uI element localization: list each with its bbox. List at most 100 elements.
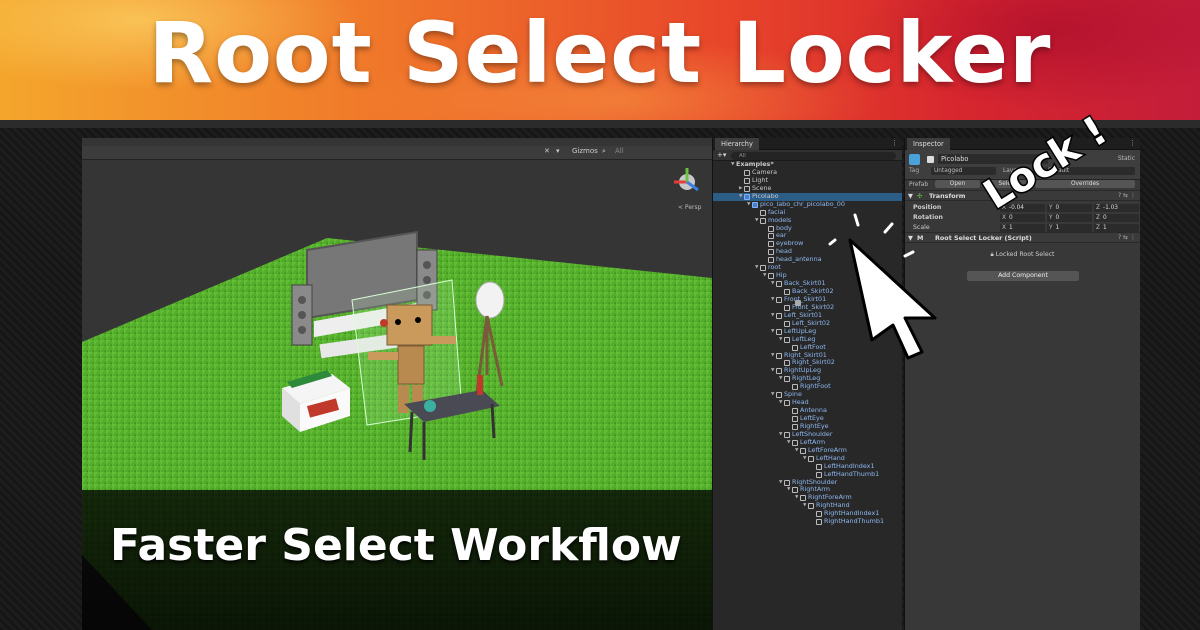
- hierarchy-row[interactable]: RightFoot: [713, 382, 902, 391]
- hierarchy-row-label: Examples*: [736, 160, 774, 168]
- gameobject-icon: [744, 185, 750, 192]
- tab-inspector[interactable]: Inspector: [907, 138, 950, 150]
- prefab-icon: [752, 201, 758, 208]
- gameobject-icon: [744, 177, 750, 184]
- hierarchy-row[interactable]: ▼ RightForeArm: [713, 493, 902, 502]
- hierarchy-search-input[interactable]: All: [731, 152, 896, 160]
- gizmos-label[interactable]: Gizmos: [572, 147, 598, 155]
- foldout-arrow-icon[interactable]: ▼: [908, 234, 913, 242]
- hierarchy-row-label: Left_Skirt02: [792, 318, 831, 327]
- scale-y-field[interactable]: Y1: [1047, 224, 1092, 232]
- gameobject-icon: [760, 265, 766, 272]
- hierarchy-row[interactable]: facial: [713, 208, 902, 217]
- hierarchy-row[interactable]: head_antenna: [713, 255, 902, 264]
- hierarchy-row-label: head_antenna: [776, 255, 822, 264]
- gameobject-icon: [776, 368, 782, 375]
- hierarchy-row-label: RightHandThumb1: [824, 517, 885, 526]
- gameobject-icon: [776, 352, 782, 359]
- add-component-button[interactable]: Add Component: [967, 271, 1079, 281]
- component-menu-icon[interactable]: ? ⇆ ⋮: [1118, 234, 1136, 241]
- hierarchy-row-label: Light: [752, 175, 768, 184]
- hierarchy-row-label: Front_Skirt01: [784, 294, 827, 303]
- hierarchy-row-label: Right_Skirt02: [792, 358, 835, 367]
- hierarchy-row-label: Left_Skirt01: [784, 310, 823, 319]
- hierarchy-row[interactable]: ▼ LeftForeArm: [713, 446, 902, 455]
- script-section-header[interactable]: ▼ M Root Select Locker (Script) ? ⇆ ⋮: [905, 232, 1140, 243]
- hierarchy-row[interactable]: Light: [713, 175, 902, 185]
- hierarchy-row-label: LeftUpLeg: [784, 326, 817, 335]
- rotation-z-field[interactable]: Z0: [1094, 214, 1139, 222]
- gameobject-icon: [776, 296, 782, 303]
- scene-toolbar: ✕ ▾ Gizmos ⌕ All: [82, 146, 712, 160]
- gameobject-icon: [808, 455, 814, 462]
- rotation-x-field[interactable]: X0: [1000, 214, 1045, 222]
- scene-search-input[interactable]: All: [615, 147, 624, 155]
- gizmos-dropdown-icon[interactable]: ▾: [556, 147, 560, 155]
- hierarchy-row[interactable]: body: [713, 224, 902, 233]
- hierarchy-row[interactable]: ▶ Scene: [713, 183, 902, 193]
- static-toggle[interactable]: Static: [1118, 155, 1135, 162]
- tag-dropdown[interactable]: Untagged: [931, 167, 996, 175]
- hierarchy-row-label: Scene: [752, 183, 772, 192]
- hierarchy-row-label: RightUpLeg: [784, 366, 821, 375]
- transform-section-header[interactable]: ▼ ✣ Transform ? ⇆ ⋮: [905, 190, 1140, 201]
- hierarchy-row[interactable]: ▼ root: [713, 263, 902, 272]
- hierarchy-row-label: LeftLeg: [792, 334, 816, 343]
- hierarchy-row[interactable]: RightHandThumb1: [713, 517, 902, 526]
- hierarchy-row-label: Right_Skirt01: [784, 350, 827, 359]
- gameobject-icon: [784, 376, 790, 383]
- foldout-arrow-icon[interactable]: ▼: [908, 192, 913, 200]
- hierarchy-row-label: RightHandIndex1: [824, 509, 880, 518]
- component-menu-icon[interactable]: ? ⇆ ⋮: [1118, 192, 1136, 199]
- hierarchy-tree: ▼ Examples* Camera Light ▶ Scene ▼ Picolabo ▼ pic…: [713, 160, 902, 526]
- scale-z-field[interactable]: Z1: [1094, 224, 1139, 232]
- gameobject-icon: [816, 511, 822, 518]
- active-checkbox[interactable]: [927, 156, 934, 163]
- prefab-overrides-dropdown[interactable]: Overrides: [1035, 180, 1135, 188]
- position-z-field[interactable]: Z -1.03: [1094, 204, 1139, 212]
- rotation-label: Rotation: [913, 214, 943, 221]
- persp-label[interactable]: < Persp: [678, 204, 701, 211]
- tag-label: Tag: [909, 167, 920, 174]
- hierarchy-row-label: Back_Skirt02: [792, 287, 834, 295]
- hierarchy-row-label: ear: [776, 231, 787, 240]
- hierarchy-row[interactable]: ▼ models: [713, 215, 902, 225]
- gameobject-icon: [768, 273, 774, 280]
- gameobject-icon: [768, 241, 774, 248]
- hierarchy-row[interactable]: ear: [713, 231, 902, 240]
- hierarchy-row-label: RightFoot: [800, 382, 831, 391]
- hierarchy-row[interactable]: ▼ pico_labo_chr_picolabo_00: [713, 200, 902, 209]
- position-y-field[interactable]: Y0: [1047, 204, 1092, 212]
- hierarchy-row[interactable]: Camera: [713, 168, 902, 177]
- tab-hierarchy[interactable]: Hierarchy: [715, 138, 759, 150]
- hierarchy-row[interactable]: ▼ Examples*: [713, 160, 902, 306]
- gameobject-icon: [792, 416, 798, 422]
- hierarchy-row-label: RightEye: [800, 421, 829, 430]
- prefab-open-button[interactable]: Open: [935, 180, 980, 188]
- gameobject-icon: [776, 312, 782, 319]
- tools-icon[interactable]: ✕: [544, 147, 550, 155]
- locked-root-select-label: 🔒︎ Locked Root Select: [990, 251, 1055, 258]
- panel-menu-icon[interactable]: ⋮: [891, 139, 898, 147]
- panel-menu-icon[interactable]: ⋮: [1129, 139, 1136, 147]
- add-icon[interactable]: +▾: [717, 151, 726, 159]
- hierarchy-row-label: models: [768, 215, 792, 224]
- position-x-field[interactable]: X -0.04: [1000, 204, 1045, 212]
- hierarchy-row-label: Antenna: [800, 406, 827, 415]
- hierarchy-panel: Hierarchy ⋮ +▾ All ▼ Examples* Camera Light…: [712, 138, 902, 630]
- object-name-field[interactable]: Picolabo: [938, 154, 1048, 164]
- axis-gizmo: [674, 168, 699, 192]
- title-banner: Root Select Locker: [0, 0, 1200, 120]
- gameobject-icon: [792, 439, 798, 446]
- rotation-y-field[interactable]: Y0: [1047, 214, 1092, 222]
- prefab-label: Prefab: [909, 181, 929, 188]
- position-label: Position: [913, 204, 942, 211]
- hierarchy-row-label: head: [776, 247, 792, 256]
- layer-dropdown[interactable]: Default: [1045, 167, 1135, 175]
- hierarchy-row[interactable]: eyebrow: [713, 239, 902, 248]
- script-icon: M: [917, 234, 924, 242]
- hierarchy-tab-bar: Hierarchy ⋮: [713, 138, 902, 150]
- hierarchy-row-label: LeftFoot: [800, 342, 826, 351]
- scale-x-field[interactable]: X1: [1000, 224, 1045, 232]
- prefab-select-button[interactable]: Select: [985, 180, 1030, 188]
